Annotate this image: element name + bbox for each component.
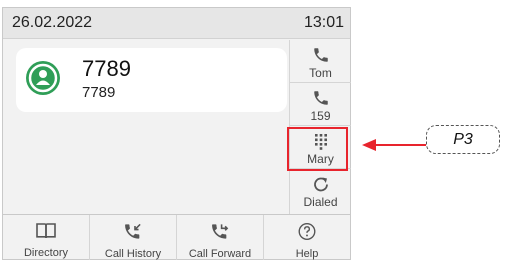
line-key-dialed[interactable]: Dialed <box>290 169 351 212</box>
help-icon <box>298 223 316 240</box>
annotation-label: P3 <box>453 130 473 148</box>
active-contact-card[interactable]: 7789 7789 <box>16 48 287 112</box>
status-bar: 26.02.2022 13:01 <box>3 8 350 39</box>
directory-button[interactable]: Directory <box>3 215 90 260</box>
highlight-box <box>287 127 348 171</box>
line-key-tom[interactable]: Tom <box>290 40 351 83</box>
softkey-label: Directory <box>23 247 68 259</box>
softkey-label: Call Forward <box>188 248 252 260</box>
status-date: 26.02.2022 <box>12 14 93 31</box>
line-key-159[interactable]: 159 <box>290 83 351 126</box>
call-forward-icon <box>212 224 229 239</box>
contact-name: 7789 <box>82 56 131 81</box>
line-key-label: 159 <box>310 109 331 123</box>
line-key-label: Dialed <box>303 195 338 209</box>
person-icon <box>26 61 60 95</box>
call-history-icon <box>125 223 141 239</box>
annotation-arrow <box>362 139 426 151</box>
softkey-bar: Directory Call History Call Forward Help <box>3 214 350 260</box>
status-time: 13:01 <box>303 14 344 31</box>
softkey-label: Call History <box>104 248 162 260</box>
contact-number: 7789 <box>82 84 116 101</box>
help-button[interactable]: Help <box>264 215 350 260</box>
phone-icon <box>313 91 328 105</box>
line-key-label: Tom <box>309 66 332 80</box>
annotation-callout: P3 <box>426 125 500 154</box>
book-icon <box>36 223 56 239</box>
softkey-label: Help <box>295 248 319 260</box>
redial-icon <box>313 177 328 192</box>
call-forward-button[interactable]: Call Forward <box>177 215 264 260</box>
call-history-button[interactable]: Call History <box>90 215 177 260</box>
phone-icon <box>313 48 328 62</box>
